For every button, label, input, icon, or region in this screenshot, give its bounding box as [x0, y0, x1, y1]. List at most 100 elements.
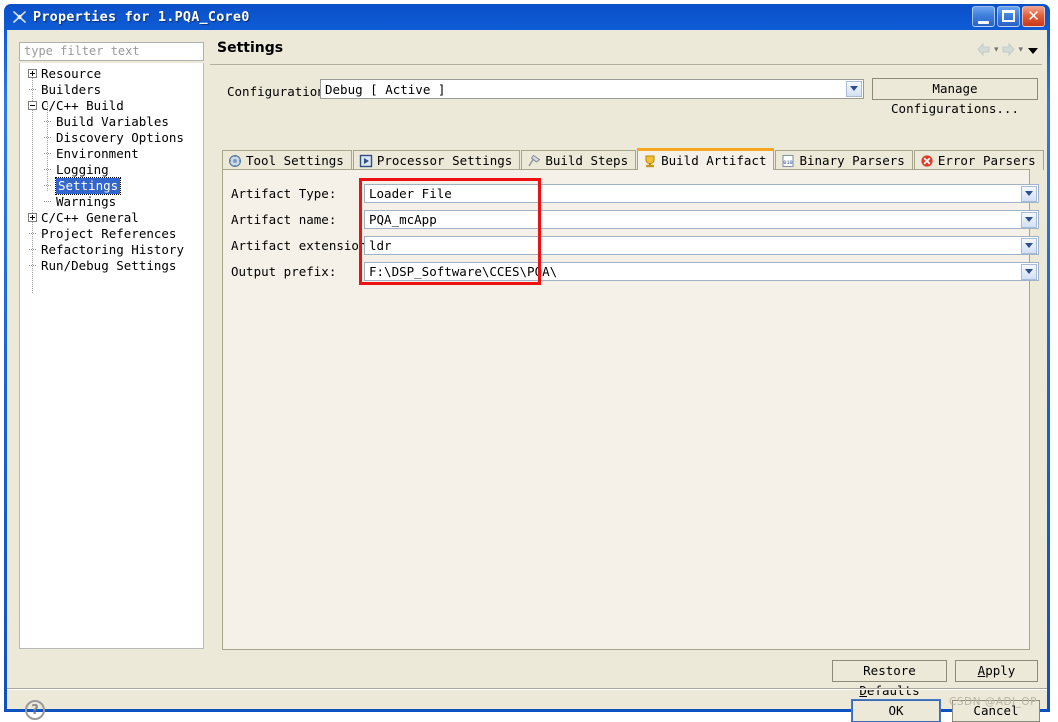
maximize-icon[interactable]	[997, 6, 1020, 27]
tree-guide-line	[29, 89, 36, 91]
sidebar-item-warnings[interactable]: Warnings	[20, 194, 203, 210]
manage-configurations-button[interactable]: Manage Configurations...	[872, 78, 1038, 116]
tree-guide-line	[44, 153, 51, 155]
sidebar-item-run-debug-settings[interactable]: Run/Debug Settings	[20, 258, 203, 274]
back-arrow-icon[interactable]	[977, 41, 991, 60]
tab-error-parsers[interactable]: Error Parsers	[913, 150, 1044, 170]
field-label: Output prefix:	[231, 264, 337, 279]
configuration-label: Configuration:	[227, 84, 333, 99]
page-title: Settings	[217, 40, 284, 56]
field-combo[interactable]: ldr	[364, 236, 1039, 255]
restore-defaults-label-pre: Restore	[863, 663, 916, 678]
page-nav-controls: ▾ ▾	[977, 41, 1038, 60]
configuration-value: Debug [ Active ]	[325, 82, 446, 97]
field-row: Artifact Type: Loader File	[231, 184, 1039, 203]
build-artifact-icon	[643, 154, 657, 168]
window-controls: ✕	[972, 6, 1045, 27]
properties-dialog-window: Properties for 1.PQA_Core0 ✕ type filter…	[4, 4, 1050, 722]
sidebar-item-settings[interactable]: Settings	[20, 177, 203, 195]
sidebar-item-project-references[interactable]: Project References	[20, 226, 203, 242]
settings-tree[interactable]: Resource Builders C/C++ Build Build Variabl…	[19, 63, 204, 649]
field-row: Output prefix: F:\DSP_Software\CCES\PQA\	[231, 262, 1039, 281]
sidebar-item-c-c-general[interactable]: C/C++ General	[20, 210, 203, 226]
collapse-icon[interactable]	[28, 101, 37, 110]
sidebar-item-label: Discovery Options	[56, 130, 184, 145]
tree-guide-line	[44, 169, 51, 171]
tree-guide-line	[29, 233, 36, 235]
sidebar-item-discovery-options[interactable]: Discovery Options	[20, 130, 203, 146]
chevron-down-icon[interactable]	[1021, 238, 1037, 254]
chevron-down-icon[interactable]	[1021, 212, 1037, 228]
chevron-down-icon[interactable]	[1021, 264, 1037, 280]
sidebar-item-environment[interactable]: Environment	[20, 146, 203, 162]
footer-divider	[7, 688, 1047, 690]
sidebar-item-label: Settings	[54, 177, 122, 195]
field-label: Artifact name:	[231, 212, 337, 227]
header-divider	[210, 64, 1042, 65]
chevron-down-icon[interactable]	[1028, 47, 1038, 54]
nav-separator-dot: ▾	[993, 45, 999, 55]
tab-build-steps[interactable]: Build Steps	[521, 150, 637, 170]
sidebar-item-label: Run/Debug Settings	[41, 258, 177, 273]
sidebar-item-label: Project References	[41, 226, 177, 241]
minimize-icon[interactable]	[972, 6, 995, 27]
expand-icon[interactable]	[28, 69, 37, 78]
app-icon	[11, 8, 29, 26]
field-combo[interactable]: F:\DSP_Software\CCES\PQA\	[364, 262, 1039, 281]
window-title: Properties for 1.PQA_Core0	[33, 9, 250, 25]
sidebar-item-c-c-build[interactable]: C/C++ Build	[20, 98, 203, 114]
watermark: CSDN @ADI_OP	[949, 696, 1037, 708]
sidebar-item-builders[interactable]: Builders	[20, 82, 203, 98]
field-combo[interactable]: PQA_mcApp	[364, 210, 1039, 229]
field-label: Artifact extension:	[231, 238, 374, 253]
tab-label: Processor Settings	[376, 153, 513, 168]
apply-button[interactable]: Apply	[955, 660, 1038, 682]
sidebar-item-label: Build Variables	[56, 114, 169, 129]
tool-settings-icon	[228, 154, 242, 168]
processor-settings-icon	[359, 154, 373, 168]
sidebar-item-label: Resource	[41, 66, 102, 81]
field-value: Loader File	[369, 186, 452, 201]
sidebar-item-label: C/C++ Build	[41, 98, 124, 113]
tree-guide-line	[44, 201, 51, 203]
ok-button[interactable]: OK	[852, 700, 940, 722]
field-combo[interactable]: Loader File	[364, 184, 1039, 203]
sidebar-item-label: Refactoring History	[41, 242, 184, 257]
configuration-row: Configuration: Debug [ Active ] Manage C…	[210, 76, 1042, 116]
chevron-down-icon[interactable]	[846, 81, 862, 97]
tree-guide-line	[44, 121, 51, 123]
help-icon[interactable]: ?	[25, 700, 45, 720]
window-titlebar: Properties for 1.PQA_Core0 ✕	[7, 4, 1047, 30]
restore-defaults-mnemonic: D	[859, 683, 867, 698]
tab-processor-settings[interactable]: Processor Settings	[352, 150, 521, 170]
restore-defaults-label-post: efaults	[866, 683, 920, 698]
close-icon[interactable]: ✕	[1022, 6, 1045, 27]
sidebar-item-build-variables[interactable]: Build Variables	[20, 114, 203, 130]
chevron-down-icon[interactable]	[1021, 186, 1037, 202]
sidebar-item-label: Logging	[56, 162, 109, 177]
forward-arrow-icon[interactable]	[1001, 41, 1016, 60]
dialog-client-area: type filter text Resource Builders C/C++ B…	[7, 30, 1047, 722]
build-artifact-panel: Artifact Type: Loader File Artifact name: P…	[222, 169, 1039, 650]
restore-defaults-button[interactable]: Restore Defaults	[832, 660, 947, 698]
configuration-select[interactable]: Debug [ Active ]	[320, 79, 864, 99]
sidebar-item-refactoring-history[interactable]: Refactoring History	[20, 242, 203, 258]
tab-label: Binary Parsers	[799, 153, 905, 168]
expand-icon[interactable]	[28, 213, 37, 222]
binary-parsers-icon: 010	[781, 154, 795, 168]
field-label: Artifact Type:	[231, 186, 337, 201]
tab-build-artifact[interactable]: Build Artifact	[637, 148, 775, 170]
filter-input[interactable]: type filter text	[19, 42, 204, 61]
sidebar-item-logging[interactable]: Logging	[20, 162, 203, 178]
sidebar-item-resource[interactable]: Resource	[20, 66, 203, 82]
field-value: F:\DSP_Software\CCES\PQA\	[369, 264, 558, 279]
tab-tool-settings[interactable]: Tool Settings	[222, 150, 352, 170]
build-steps-icon	[527, 154, 541, 168]
settings-page: Settings ▾ ▾ Configuration: Debug [Acti…	[210, 36, 1045, 698]
sidebar-item-label: C/C++ General	[41, 210, 139, 225]
tab-binary-parsers[interactable]: 010 Binary Parsers	[775, 150, 913, 170]
sidebar-item-label: Environment	[56, 146, 139, 161]
error-parsers-icon	[920, 154, 934, 168]
tree-node-list: Resource Builders C/C++ Build Build Variabl…	[20, 66, 203, 274]
settings-tabstrip: Tool Settings Processor Settings Build Ste…	[222, 148, 1045, 170]
